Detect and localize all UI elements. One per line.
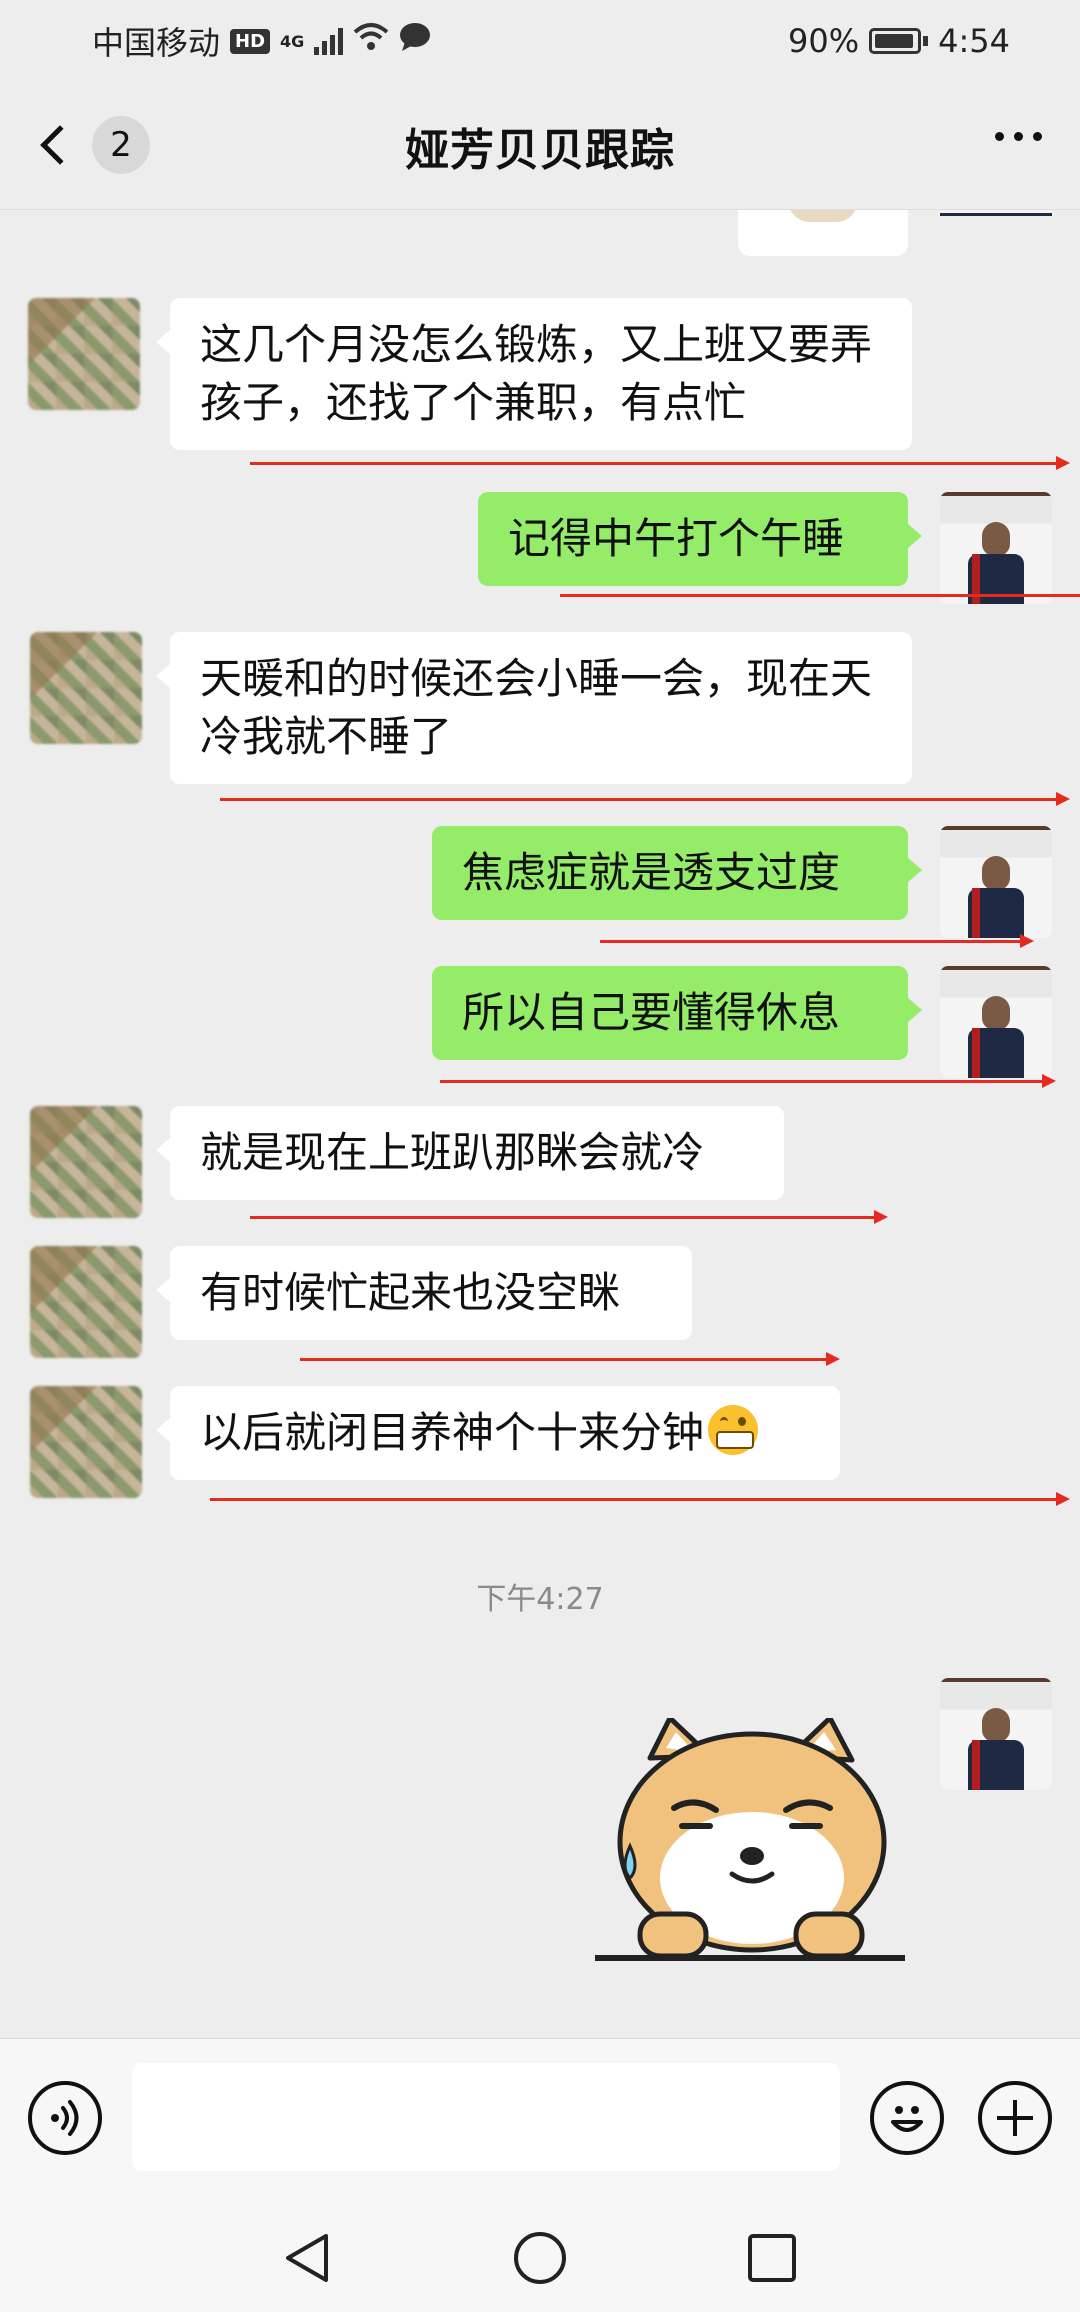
unread-count-badge: 2 <box>92 116 150 174</box>
nav-back-icon <box>286 2234 328 2282</box>
plus-button[interactable] <box>978 2081 1052 2155</box>
chat-title: 娅芳贝贝跟踪 <box>405 124 675 176</box>
emoji-button[interactable] <box>870 2081 944 2155</box>
back-button[interactable]: 2 <box>38 116 150 174</box>
outgoing-bubble[interactable]: 所以自己要懂得休息 <box>432 966 922 1060</box>
annotation-line <box>250 456 1070 470</box>
outgoing-bubble[interactable]: 记得中午打个午睡 <box>478 492 922 586</box>
incoming-bubble[interactable]: 天暖和的时候还会小睡一会，现在天冷我就不睡了 <box>156 632 912 784</box>
incoming-bubble[interactable]: 这几个月没怎么锻炼，又上班又要弄孩子，还找了个兼职，有点忙 <box>156 298 912 450</box>
my-avatar[interactable] <box>940 492 1052 604</box>
nav-recents-icon <box>748 2234 796 2282</box>
hd-badge: HD <box>230 28 271 54</box>
annotation-line <box>210 1492 1070 1506</box>
annotation-line <box>220 792 1070 806</box>
battery-percent: 90% <box>788 22 860 60</box>
annotation-line <box>300 1352 840 1366</box>
incoming-bubble[interactable]: 以后就闭目养神个十来分钟 <box>156 1386 840 1480</box>
battery-tip <box>923 36 929 46</box>
incoming-bubble[interactable]: 有时候忙起来也没空眯 <box>156 1246 692 1340</box>
carrier-label: 中国移动 <box>92 24 221 62</box>
outgoing-bubble[interactable]: 焦虑症就是透支过度 <box>432 826 922 920</box>
grin-emoji-icon <box>708 1405 759 1455</box>
chat-notification-icon <box>399 22 431 60</box>
my-avatar[interactable] <box>940 966 1052 1078</box>
nav-home-icon <box>514 2232 566 2284</box>
my-avatar[interactable] <box>940 826 1052 938</box>
clock: 4:54 <box>938 22 1010 60</box>
message-text: 以后就闭目养神个十来分钟 <box>200 1408 705 1457</box>
friend-avatar[interactable] <box>30 1246 142 1358</box>
chat-header: 2 娅芳贝贝跟踪 <box>0 82 1080 210</box>
timestamp: 下午4:27 <box>476 1582 604 1617</box>
shiba-sticker[interactable] <box>590 1715 910 1966</box>
more-button[interactable] <box>995 132 1042 141</box>
voice-button[interactable] <box>28 2081 102 2155</box>
annotation-line <box>600 934 1034 948</box>
nav-home-button[interactable] <box>510 2228 570 2288</box>
plus-icon <box>997 2100 1033 2136</box>
net-type-label: 4G <box>280 32 305 51</box>
system-nav-bar <box>0 2198 1080 2312</box>
annotation-line <box>440 1074 1056 1088</box>
friend-avatar[interactable] <box>30 1106 142 1218</box>
wifi-icon <box>353 22 389 60</box>
signal-icon <box>314 27 344 55</box>
status-bar: 中国移动 HD 4G 90% 4:54 <box>0 0 1080 82</box>
battery-icon <box>869 28 922 54</box>
previous-message-partial <box>738 210 908 256</box>
friend-avatar[interactable] <box>30 1386 142 1498</box>
voice-icon <box>51 2100 79 2136</box>
input-bar <box>0 2038 1080 2198</box>
message-input[interactable] <box>132 2063 840 2171</box>
emoji-icon <box>891 2106 923 2132</box>
chevron-left-icon <box>40 125 80 165</box>
annotation-line <box>560 594 1080 597</box>
nav-recents-button[interactable] <box>742 2228 802 2288</box>
my-avatar[interactable] <box>940 1678 1052 1790</box>
annotation-line <box>250 1210 888 1224</box>
nav-back-button[interactable] <box>278 2228 338 2288</box>
more-dots-icon <box>995 132 1004 141</box>
friend-avatar[interactable] <box>30 632 142 744</box>
previous-avatar-partial <box>940 210 1052 216</box>
chat-area[interactable]: 这几个月没怎么锻炼，又上班又要弄孩子，还找了个兼职，有点忙 记得中午打个午睡 天… <box>0 210 1080 2038</box>
friend-avatar[interactable] <box>28 298 140 410</box>
incoming-bubble[interactable]: 就是现在上班趴那眯会就冷 <box>156 1106 784 1200</box>
